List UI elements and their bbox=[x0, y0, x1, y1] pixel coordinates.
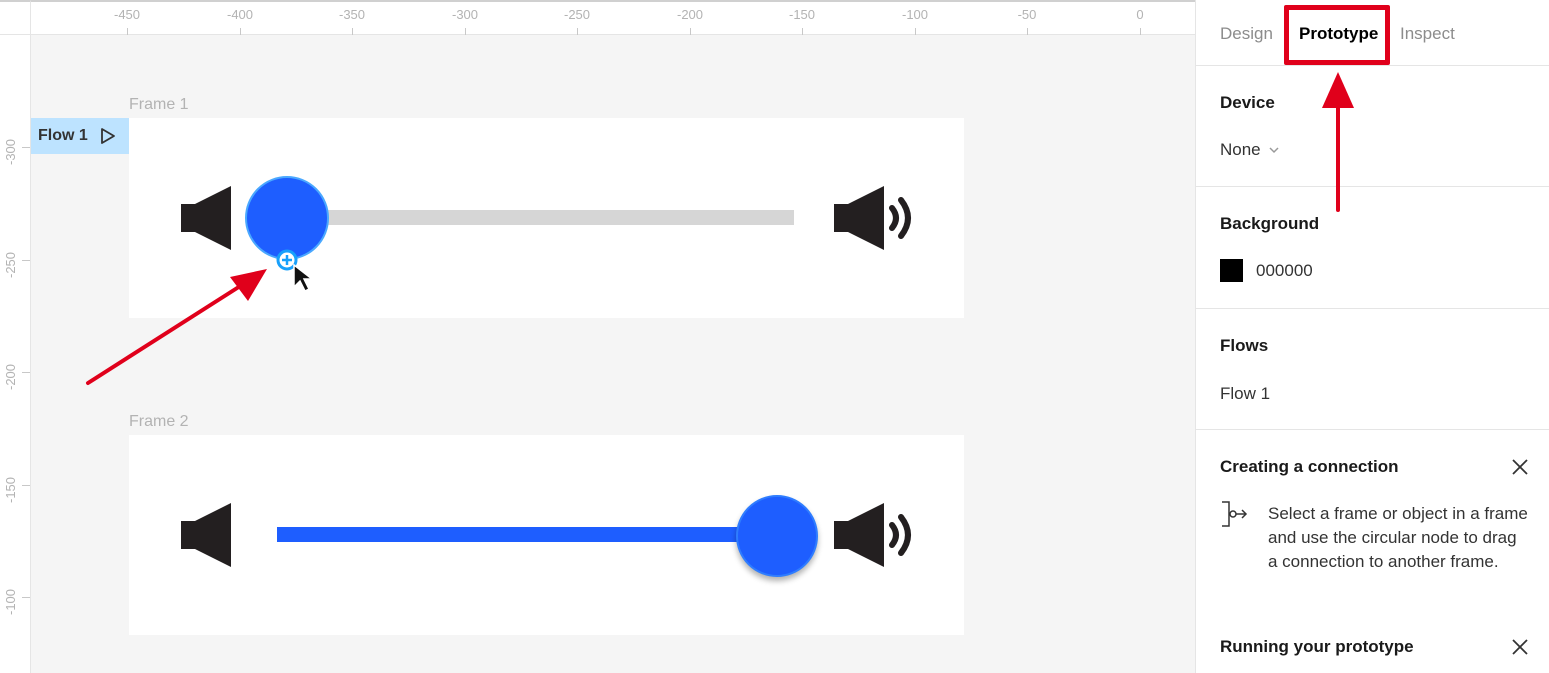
mouse-cursor-icon bbox=[293, 263, 315, 293]
connection-help-section: Creating a connection Select a frame or … bbox=[1196, 430, 1549, 610]
flow-list-item[interactable]: Flow 1 bbox=[1220, 384, 1270, 404]
tab-design[interactable]: Design bbox=[1220, 24, 1273, 44]
ruler-tick: -350 bbox=[338, 7, 366, 22]
flow-starting-point-tag[interactable]: Flow 1 bbox=[31, 118, 129, 154]
ruler-tick: -300 bbox=[451, 7, 479, 22]
volume-slider-knob[interactable] bbox=[245, 176, 329, 260]
properties-panel: Design Prototype Inspect Device None Bac… bbox=[1195, 0, 1549, 673]
vertical-ruler: -300 -250 -200 -150 -100 bbox=[0, 35, 31, 673]
device-title: Device bbox=[1220, 93, 1275, 112]
background-title: Background bbox=[1220, 214, 1320, 233]
speaker-mute-icon bbox=[181, 503, 231, 567]
flows-section: Flows Flow 1 bbox=[1196, 309, 1549, 430]
ruler-tick: -100 bbox=[901, 7, 929, 22]
tab-inspect[interactable]: Inspect bbox=[1400, 24, 1455, 44]
speaker-loud-icon bbox=[834, 186, 911, 250]
close-icon[interactable] bbox=[1510, 637, 1530, 657]
frame-1-label[interactable]: Frame 1 bbox=[129, 96, 189, 114]
tab-highlight-box bbox=[1284, 5, 1390, 65]
ruler-tick: -250 bbox=[3, 251, 18, 278]
device-dropdown[interactable]: None bbox=[1220, 140, 1279, 160]
background-hex-value[interactable]: 000000 bbox=[1256, 261, 1313, 281]
chevron-down-icon bbox=[1269, 147, 1279, 154]
connection-help-title: Creating a connection bbox=[1220, 457, 1399, 476]
close-icon[interactable] bbox=[1510, 457, 1530, 477]
ruler-tick: -150 bbox=[788, 7, 816, 22]
ruler-tick: -250 bbox=[563, 7, 591, 22]
ruler-tick: -300 bbox=[3, 138, 18, 165]
connection-help-text: Select a frame or object in a frame and … bbox=[1268, 504, 1528, 571]
ruler-tick: -400 bbox=[226, 7, 254, 22]
volume-track-filled[interactable] bbox=[277, 527, 777, 542]
running-help-section: Running your prototype bbox=[1196, 610, 1549, 673]
connection-icon bbox=[1222, 501, 1248, 527]
ruler-tick: -450 bbox=[113, 7, 141, 22]
device-section: Device None bbox=[1196, 66, 1549, 187]
ruler-corner bbox=[0, 0, 31, 35]
ruler-tick: 0 bbox=[1136, 7, 1144, 22]
ruler-tick: -200 bbox=[676, 7, 704, 22]
speaker-mute-icon bbox=[181, 186, 231, 250]
annotation-arrow-icon bbox=[86, 269, 267, 385]
horizontal-ruler: -450 -400 -350 -300 -250 -200 -150 -100 … bbox=[0, 0, 1195, 36]
flow-tag-label: Flow 1 bbox=[38, 127, 88, 144]
speaker-loud-icon bbox=[834, 503, 911, 567]
ruler-tick: -50 bbox=[1017, 7, 1037, 22]
panel-tabs: Design Prototype Inspect bbox=[1196, 0, 1549, 66]
frame-2[interactable] bbox=[129, 435, 964, 635]
volume-track[interactable] bbox=[284, 210, 794, 225]
annotation-arrow-icon bbox=[1322, 72, 1354, 212]
flows-title: Flows bbox=[1220, 336, 1269, 355]
frame-2-label[interactable]: Frame 2 bbox=[129, 413, 189, 431]
ruler-tick: -200 bbox=[3, 363, 18, 390]
ruler-tick: -100 bbox=[3, 588, 18, 615]
play-icon[interactable] bbox=[100, 127, 116, 145]
ruler-tick: -150 bbox=[3, 476, 18, 503]
figma-editor: -450 -400 -350 -300 -250 -200 -150 -100 … bbox=[0, 0, 1549, 673]
background-section: Background 000000 bbox=[1196, 187, 1549, 309]
volume-slider-knob[interactable] bbox=[736, 495, 818, 577]
device-value: None bbox=[1220, 140, 1261, 159]
running-help-title: Running your prototype bbox=[1220, 637, 1414, 656]
background-color-swatch[interactable] bbox=[1220, 259, 1243, 282]
